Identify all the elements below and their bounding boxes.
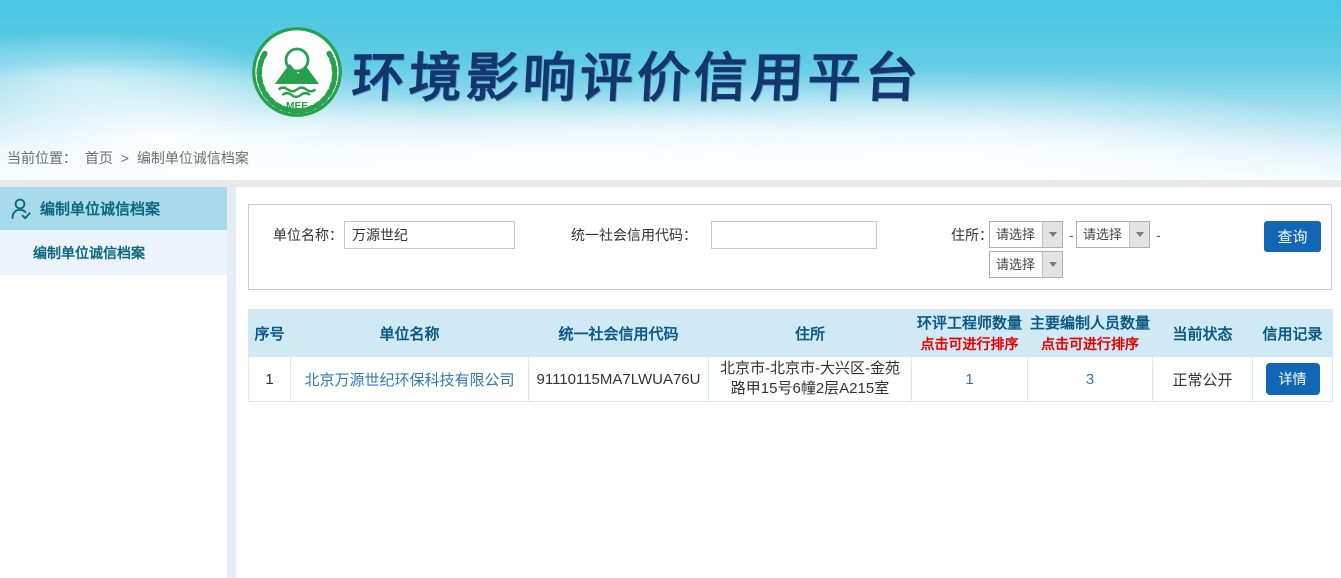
page-title: 环境影响评价信用平台 (350, 36, 924, 112)
col-header-status: 当前状态 (1153, 310, 1253, 357)
credit-code-cell: 91110115MA7LWUA76U (529, 357, 709, 402)
search-panel: 单位名称： 统一社会信用代码： 住所： 请选择 - 请选择 - 请选择 (248, 204, 1332, 290)
staff-count-link[interactable]: 3 (1086, 371, 1094, 388)
sidebar-item-label: 编制单位诚信档案 (40, 198, 160, 219)
credit-code-label: 统一社会信用代码： (571, 221, 697, 249)
chevron-down-icon (1136, 232, 1144, 237)
province-select-value: 请选择 (990, 222, 1042, 247)
results-table: 序号 单位名称 统一社会信用代码 住所 环评工程师数量 点击可进行排序 主要编制… (248, 309, 1333, 402)
site-header: MEE 环境影响评价信用平台 当前位置： 首页 > 编制单位诚信档案 (0, 0, 1341, 180)
table-row: 1 北京万源世纪环保科技有限公司 91110115MA7LWUA76U 北京市-… (249, 357, 1333, 402)
header-divider (0, 180, 1341, 187)
status-cell: 正常公开 (1153, 357, 1253, 402)
row-index-cell: 1 (249, 357, 291, 402)
city-select[interactable]: 请选择 (1076, 221, 1150, 248)
sidebar-subitem-label: 编制单位诚信档案 (33, 243, 145, 263)
main-content: 单位名称： 统一社会信用代码： 住所： 请选择 - 请选择 - 请选择 (236, 187, 1341, 578)
breadcrumb-home-link[interactable]: 首页 (85, 150, 113, 166)
sidebar-item-archive-sub[interactable]: 编制单位诚信档案 (0, 230, 227, 275)
credit-code-input[interactable] (711, 221, 877, 249)
col-header-staff-count: 主要编制人员数量 点击可进行排序 (1028, 310, 1153, 357)
breadcrumb-separator: > (121, 150, 129, 166)
district-select-arrow-button[interactable] (1042, 252, 1062, 277)
chevron-down-icon (1049, 232, 1057, 237)
mee-logo-text: MEE (286, 101, 308, 112)
staff-count-title: 主要编制人员数量 (1030, 315, 1150, 332)
sidebar: 编制单位诚信档案 编制单位诚信档案 (0, 187, 227, 578)
col-header-index: 序号 (249, 310, 291, 357)
col-header-company: 单位名称 (291, 310, 529, 357)
query-button[interactable]: 查询 (1264, 221, 1321, 252)
mee-logo-icon: MEE (251, 26, 343, 118)
col-header-address: 住所 (709, 310, 912, 357)
unit-name-input[interactable] (344, 221, 515, 249)
city-select-arrow-button[interactable] (1129, 222, 1149, 247)
detail-button[interactable]: 详情 (1266, 363, 1320, 395)
district-select[interactable]: 请选择 (989, 251, 1063, 278)
staff-count-sort-button[interactable]: 点击可进行排序 (1030, 334, 1150, 354)
address-cell: 北京市-北京市-大兴区-金苑路甲15号6幢2层A215室 (709, 357, 912, 402)
province-select[interactable]: 请选择 (989, 221, 1063, 248)
unit-name-label: 单位名称： (273, 221, 343, 249)
col-header-engineer-count: 环评工程师数量 点击可进行排序 (912, 310, 1028, 357)
user-check-icon (10, 197, 32, 221)
sidebar-divider (227, 187, 236, 578)
engineer-count-link[interactable]: 1 (965, 371, 973, 388)
company-name-link[interactable]: 北京万源世纪环保科技有限公司 (304, 372, 514, 389)
breadcrumb: 当前位置： 首页 > 编制单位诚信档案 (7, 148, 253, 168)
engineer-count-title: 环评工程师数量 (917, 315, 1022, 332)
address-dash-2: - (1156, 221, 1161, 249)
engineer-count-sort-button[interactable]: 点击可进行排序 (914, 334, 1025, 354)
chevron-down-icon (1049, 262, 1057, 267)
address-dash-1: - (1069, 221, 1074, 249)
breadcrumb-prefix: 当前位置： (7, 150, 77, 166)
city-select-value: 请选择 (1077, 222, 1129, 247)
district-select-value: 请选择 (990, 252, 1042, 277)
col-header-credit-record: 信用记录 (1253, 310, 1333, 357)
table-header-row: 序号 单位名称 统一社会信用代码 住所 环评工程师数量 点击可进行排序 主要编制… (249, 310, 1333, 357)
sidebar-item-archive-parent[interactable]: 编制单位诚信档案 (0, 187, 227, 230)
address-label: 住所： (951, 221, 993, 249)
province-select-arrow-button[interactable] (1042, 222, 1062, 247)
col-header-credit-code: 统一社会信用代码 (529, 310, 709, 357)
breadcrumb-current: 编制单位诚信档案 (137, 150, 249, 166)
